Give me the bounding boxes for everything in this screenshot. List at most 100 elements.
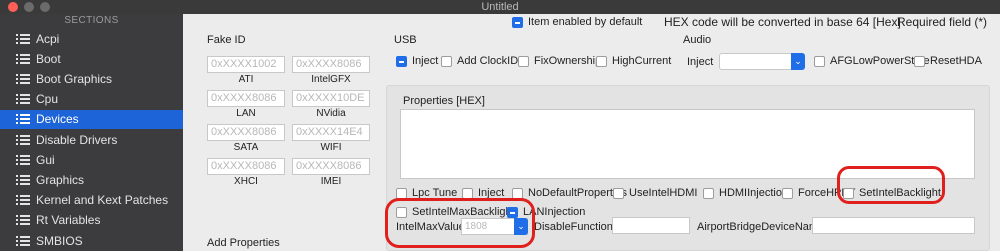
fake-id-caption: LAN [236, 108, 256, 119]
prop-nodefaultproperties-checkbox[interactable]: NoDefaultProperties [512, 187, 627, 199]
sidebar-item-graphics[interactable]: Graphics [0, 170, 183, 189]
checkbox-icon [441, 55, 452, 67]
sidebar: SECTIONS Acpi Boot Boot Graphics Cpu Devices… [0, 14, 183, 251]
checkbox-label: Add ClockID [457, 55, 519, 67]
audio-afglowpowerstate-checkbox[interactable]: AFGLowPowerState [814, 55, 930, 67]
checkbox-icon [703, 187, 714, 199]
checkbox-label: Inject [412, 55, 439, 67]
list-icon [16, 73, 30, 84]
fake-id-caption: IntelGFX [311, 74, 351, 85]
required-notice: Required field (*) [897, 15, 988, 29]
add-properties-title: Add Properties [207, 237, 280, 249]
checkbox-icon [462, 187, 473, 199]
list-icon [16, 53, 30, 64]
fake-id-caption: NVidia [316, 108, 346, 119]
sidebar-item-gui[interactable]: Gui [0, 150, 183, 169]
disable-functions-label: DisableFunctions [534, 221, 619, 233]
sidebar-item-boot[interactable]: Boot [0, 49, 183, 68]
list-icon [16, 33, 30, 44]
sidebar-item-label: Boot Graphics [36, 71, 113, 86]
checkbox-label: FixOwnership [534, 55, 602, 67]
checkbox-icon [596, 55, 607, 67]
highlight-ring-intel-max [385, 198, 535, 248]
audio-resethda-checkbox[interactable]: ResetHDA [914, 55, 982, 67]
checkbox-icon [512, 187, 523, 199]
prop-hdmiinjection-checkbox[interactable]: HDMIInjection [703, 187, 788, 199]
fake-id-wifi-field[interactable]: 0xXXXX14E4 [292, 124, 370, 141]
sidebar-item-label: Cpu [36, 92, 59, 107]
sidebar-item-label: Rt Variables [36, 213, 101, 228]
checkbox-icon [914, 55, 925, 67]
checkbox-icon [396, 187, 407, 199]
usb-highcurrent-checkbox[interactable]: HighCurrent [596, 55, 671, 67]
audio-inject-select[interactable]: ⌄ [719, 53, 805, 70]
sidebar-item-cpu[interactable]: Cpu [0, 90, 183, 109]
sidebar-item-label: Gui [36, 152, 55, 167]
fake-id-title: Fake ID [207, 34, 246, 46]
list-icon [16, 195, 30, 206]
sidebar-item-label: Devices [36, 112, 79, 127]
usb-inject-checkbox[interactable]: Inject [396, 55, 438, 67]
item-enabled-label: Item enabled by default [528, 16, 643, 28]
fake-id-ati-field[interactable]: 0xXXXX1002 [207, 56, 285, 73]
sidebar-item-acpi[interactable]: Acpi [0, 29, 183, 48]
list-icon [16, 215, 30, 226]
checkbox-icon [814, 55, 825, 67]
sidebar-item-disable-drivers[interactable]: Disable Drivers [0, 130, 183, 149]
checkbox-icon [518, 55, 529, 67]
list-icon [16, 154, 30, 165]
disable-functions-field[interactable] [612, 217, 690, 234]
fake-id-lan-field[interactable]: 0xXXXX8086 [207, 90, 285, 107]
audio-title: Audio [683, 34, 712, 46]
fake-id-caption: ATI [238, 74, 254, 85]
fake-id-nvidia-field[interactable]: 0xXXXX10DE [292, 90, 370, 107]
sidebar-item-label: SMBIOS [36, 233, 83, 248]
checkbox-label: ResetHDA [930, 55, 982, 67]
fake-id-imei-field[interactable]: 0xXXXX8086 [292, 158, 370, 175]
list-icon [16, 114, 30, 125]
usb-title: USB [394, 34, 417, 46]
chevron-down-icon: ⌄ [791, 53, 805, 70]
sidebar-item-label: Kernel and Kext Patches [36, 193, 169, 208]
fake-id-group: Fake ID 0xXXXX1002 ATI 0xXXXX8086 IntelGFX 0… [197, 32, 373, 203]
fake-id-xhci-field[interactable]: 0xXXXX8086 [207, 158, 285, 175]
checkbox-label: HDMIInjection [719, 187, 789, 199]
list-icon [16, 174, 30, 185]
list-icon [16, 94, 30, 105]
checkbox-label: UseIntelHDMI [629, 187, 698, 199]
fake-id-sata-field[interactable]: 0xXXXX8086 [207, 124, 285, 141]
sidebar-item-smbios[interactable]: SMBIOS [0, 231, 183, 250]
checkbox-icon [396, 55, 407, 67]
sidebar-section-header: SECTIONS [64, 15, 119, 26]
list-icon [16, 235, 30, 246]
usb-add-clockid-checkbox[interactable]: Add ClockID [441, 55, 518, 67]
airport-bridge-field[interactable] [812, 217, 975, 234]
list-icon [16, 134, 30, 145]
checkbox-icon [613, 187, 624, 199]
fake-id-caption: SATA [233, 142, 259, 153]
hex-notice: HEX code will be converted in base 64 [H… [664, 15, 901, 29]
sidebar-item-label: Acpi [36, 31, 60, 46]
usb-fixownership-checkbox[interactable]: FixOwnership [518, 55, 601, 67]
sidebar-item-label: Boot [36, 51, 61, 66]
fake-id-caption: XHCI [234, 176, 258, 187]
title-bar: Untitled [0, 0, 1000, 14]
usb-group: USB Inject Add ClockID FixOwnership HighCur… [390, 32, 671, 80]
sidebar-item-label: Disable Drivers [36, 132, 118, 147]
properties-title: Properties [HEX] [403, 95, 485, 107]
checkbox-icon [782, 187, 793, 199]
window-title: Untitled [481, 1, 519, 13]
checkbox-label: HighCurrent [612, 55, 672, 67]
fake-id-caption: WIFI [320, 142, 342, 153]
audio-inject-label: Inject [687, 56, 714, 68]
highlight-ring-set-intel-backlight [837, 166, 945, 204]
prop-useintelhdmi-checkbox[interactable]: UseIntelHDMI [613, 187, 697, 199]
sidebar-item-rt-variables[interactable]: Rt Variables [0, 211, 183, 230]
sidebar-item-boot-graphics[interactable]: Boot Graphics [0, 69, 183, 88]
audio-group: Audio Inject ⌄ AFGLowPowerState ResetHDA [673, 32, 990, 80]
fake-id-intelgfx-field[interactable]: 0xXXXX8086 [292, 56, 370, 73]
checkbox-icon [512, 16, 523, 28]
sidebar-item-label: Graphics [36, 172, 85, 187]
sidebar-item-devices[interactable]: Devices [0, 109, 183, 129]
sidebar-item-kernel-and-kext-patches[interactable]: Kernel and Kext Patches [0, 191, 183, 210]
